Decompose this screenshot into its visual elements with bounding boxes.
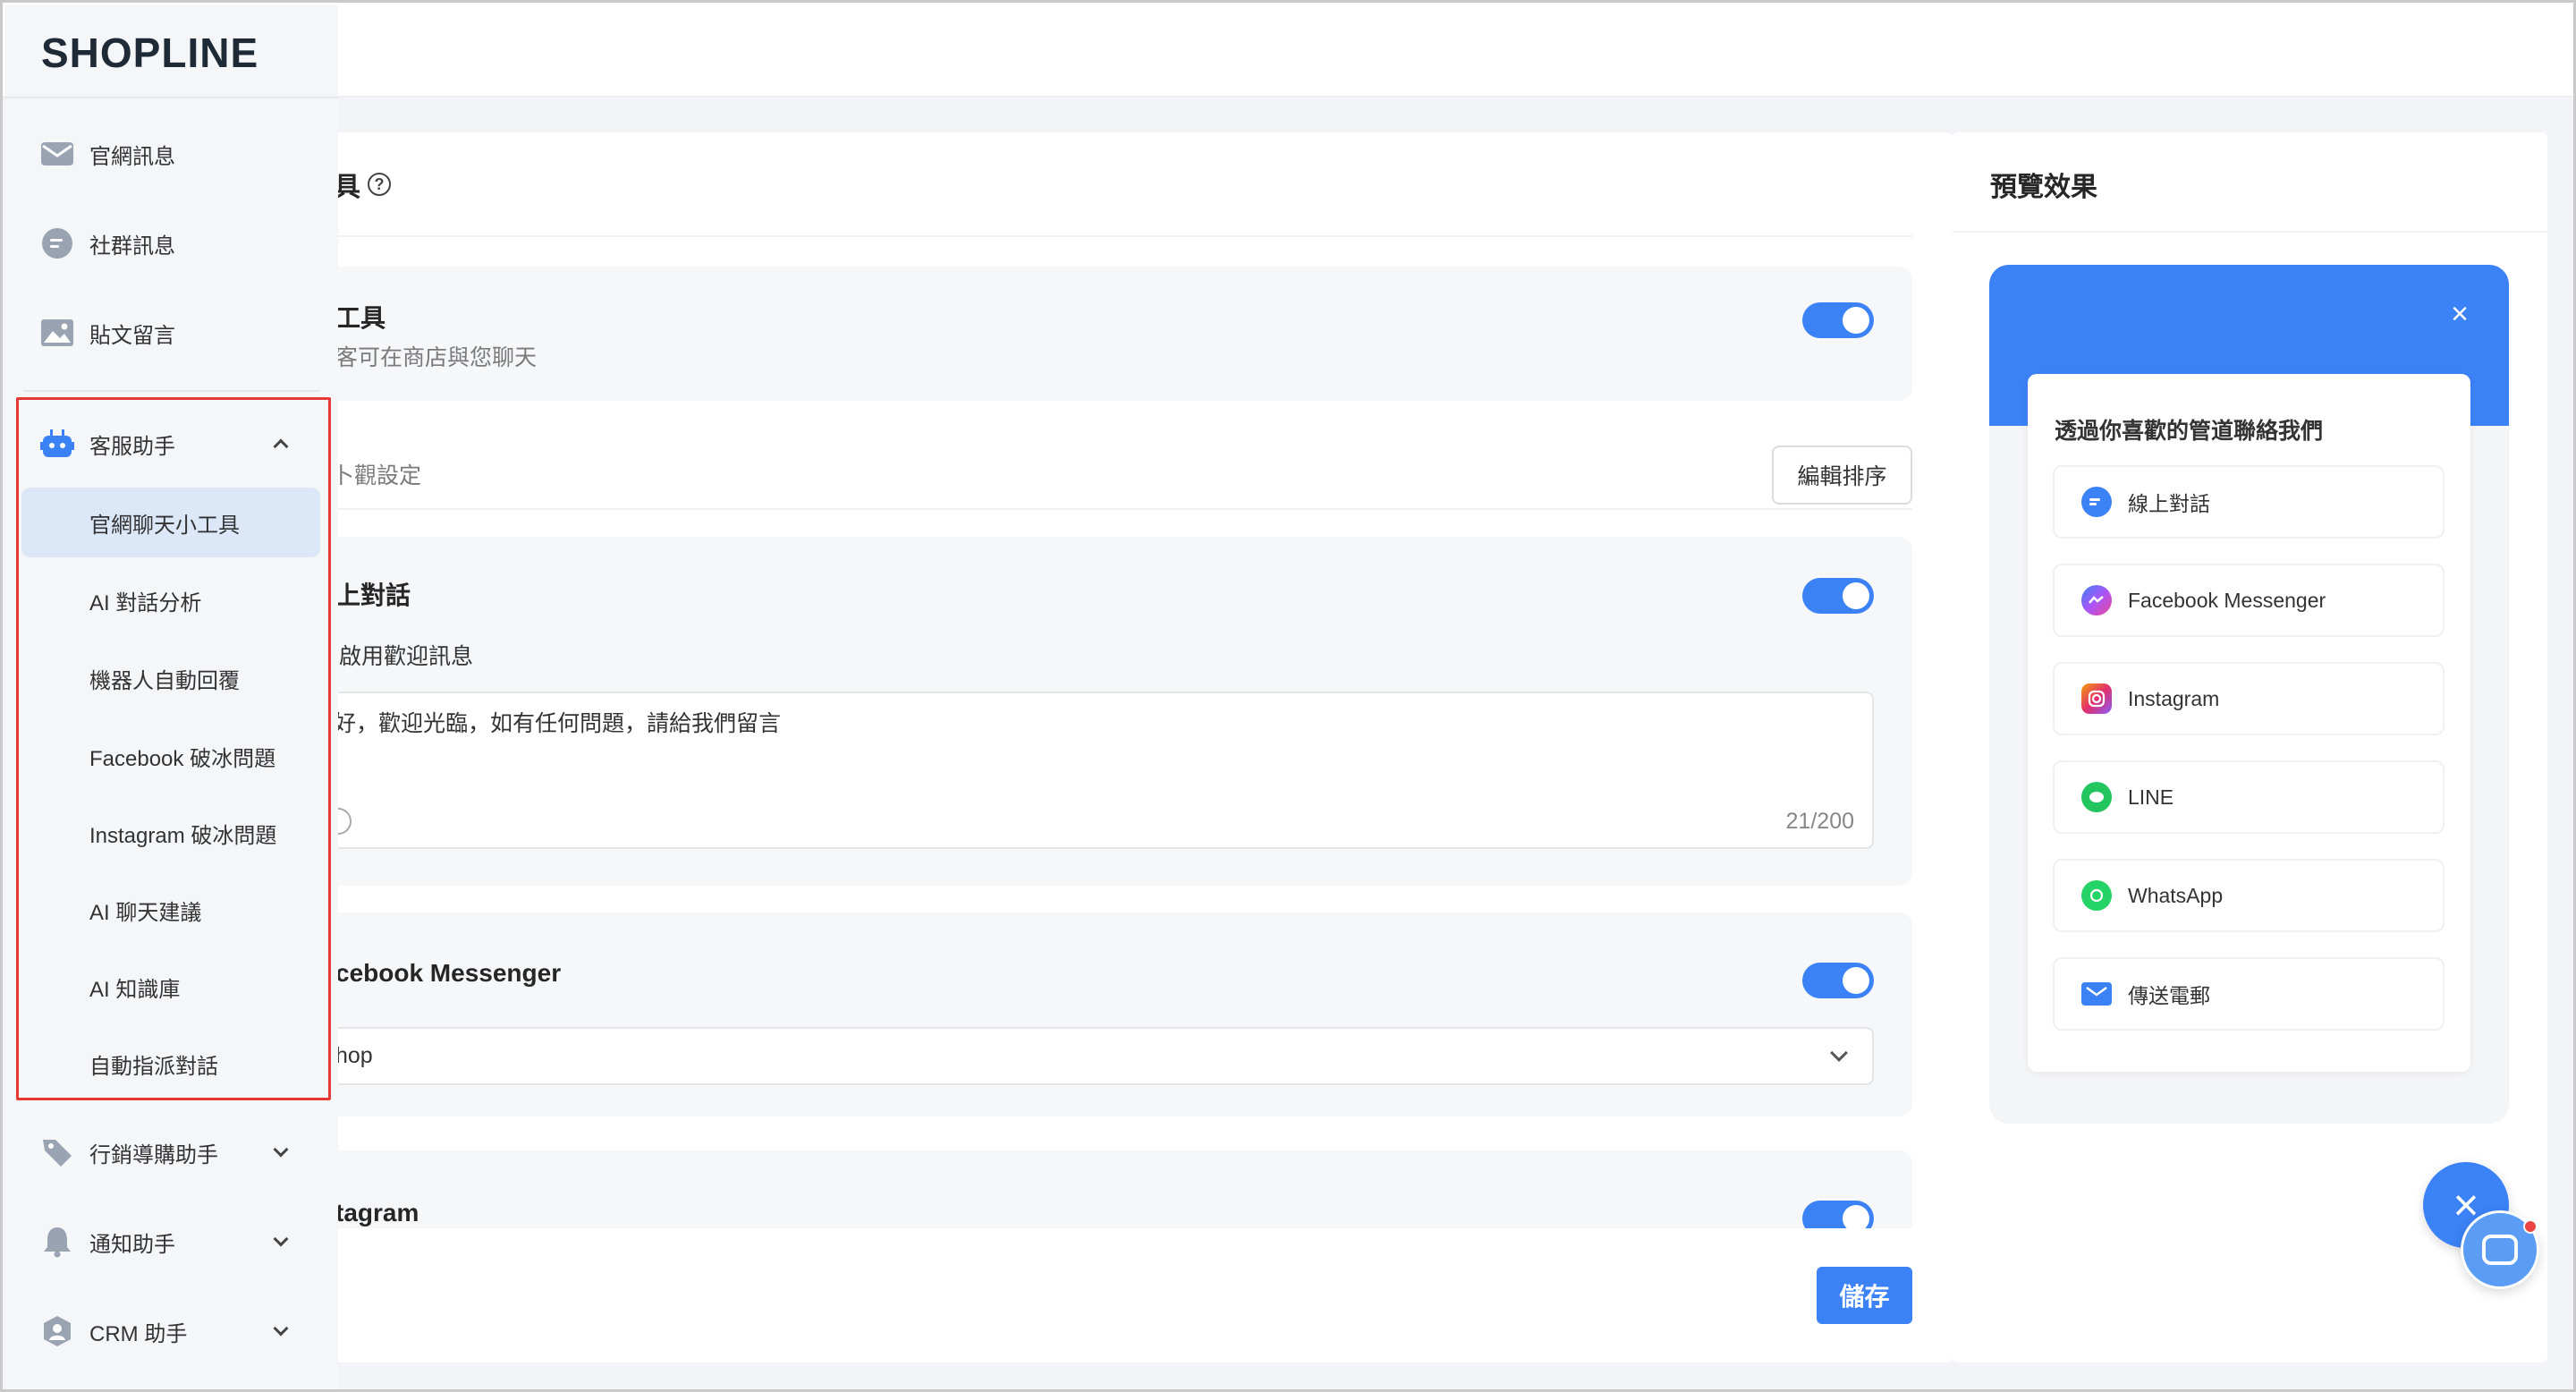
chevron-down-icon [273,1320,289,1337]
mail-icon [39,138,75,170]
sidebar-item-social-messages[interactable]: 社群訊息 [5,208,338,279]
shopline-logo[interactable]: SHOPLINE [41,29,258,77]
notification-dot [2523,1219,2538,1234]
channel-label: Facebook Messenger [2128,588,2326,612]
facebook-toggle[interactable] [1802,963,1874,998]
live-chat-title: 上對話 [335,581,411,609]
highlight-annotation [16,397,331,1100]
channel-list: 透過你喜歡的管道聯絡我們 線上對話 Facebook Messenger Ins… [2028,374,2470,1072]
facebook-panel: cebook Messenger [271,912,1912,1116]
sidebar-group-crm[interactable]: CRM 助手 [5,1295,338,1367]
channel-label: 傳送電郵 [2128,984,2210,1007]
facebook-title: cebook Messenger [335,959,562,987]
close-icon[interactable]: × [2446,299,2473,329]
welcome-message-text: 好，歡迎光臨，如有任何問題，請給我們留言 [334,711,782,736]
sidebar-group-notifications[interactable]: 通知助手 [5,1206,338,1277]
channel-label: WhatsApp [2128,883,2224,907]
divider [271,508,1912,510]
channel-item[interactable]: WhatsApp [2053,859,2445,932]
top-bar [3,3,2573,98]
divider [1953,231,2547,233]
sidebar-item-label: 貼文留言 [89,323,175,348]
channel-label: LINE [2128,785,2174,809]
channel-item[interactable]: LINE [2053,760,2445,834]
whatsapp-icon [2081,880,2112,911]
channel-label: Instagram [2128,686,2220,710]
channel-item[interactable]: Instagram [2053,662,2445,735]
footer-bar [271,1228,1953,1362]
facebook-page-select[interactable]: hop [271,1027,1874,1085]
channel-item[interactable]: 傳送電郵 [2053,957,2445,1031]
chat-tool-panel: 工具 客可在商店與您聊天 [271,267,1912,401]
save-button[interactable]: 儲存 [1817,1267,1912,1324]
channel-label: 線上對話 [2128,492,2210,515]
sidebar-group-label: 行銷導購助手 [89,1142,218,1167]
bell-icon [39,1226,75,1258]
sidebar-group-label: 通知助手 [89,1232,175,1257]
chevron-down-icon [1830,1044,1848,1062]
chevron-down-icon [273,1142,289,1158]
live-chat-icon [2081,487,2112,517]
instagram-icon [2081,683,2112,714]
messenger-icon [2081,585,2112,615]
sidebar-item-site-messages[interactable]: 官網訊息 [5,118,338,190]
sidebar-item-label: 官網訊息 [89,144,175,169]
logo-area: SHOPLINE [5,5,338,98]
chat-icon [2482,1235,2518,1265]
chat-tool-subtitle: 客可在商店與您聊天 [335,345,538,370]
edit-sort-button[interactable]: 編輯排序 [1772,446,1912,505]
sidebar-item-post-comments[interactable]: 貼文留言 [5,297,338,369]
email-icon [2081,982,2112,1006]
tag-icon [39,1136,75,1168]
widget-heading: 透過你喜歡的管道聯絡我們 [2055,419,2324,444]
channel-item[interactable]: Facebook Messenger [2053,564,2445,637]
image-icon [39,317,75,349]
chat-bubble-icon [39,227,75,259]
sidebar-group-marketing[interactable]: 行銷導購助手 [5,1116,338,1188]
appearance-label: 卜觀設定 [332,463,422,488]
page-title: 具 ? [334,165,391,204]
sidebar-item-label: 社群訊息 [89,233,175,259]
logo-text: SHOPLINE [41,30,259,76]
sidebar-group-label: CRM 助手 [89,1321,188,1346]
live-chat-toggle[interactable] [1802,578,1874,614]
facebook-page-value: hop [335,1043,373,1068]
channel-item[interactable]: 線上對話 [2053,465,2445,539]
welcome-message-textarea[interactable]: 好，歡迎光臨，如有任何問題，請給我們留言 21/200 [271,692,1874,849]
app-frame: 具 ? 工具 客可在商店與您聊天 卜觀設定 編輯排序 上對話 啟用歡迎訊息 好，… [0,0,2576,1392]
chat-tool-title: 工具 [335,304,386,332]
sidebar: SHOPLINE 官網訊息 社群訊息 貼文留言 客服助手 官網聊天小工具 AI … [5,5,338,1389]
chat-widget-preview: × 透過你喜歡的管道聯絡我們 線上對話 Facebook Messenger I… [1989,265,2509,1124]
help-icon[interactable]: ? [368,173,391,196]
divider [23,390,320,392]
preview-title: 預覽效果 [1990,173,2097,202]
welcome-message-label[interactable]: 啟用歡迎訊息 [339,639,473,671]
settings-card: 具 ? 工具 客可在商店與您聊天 卜觀設定 編輯排序 上對話 啟用歡迎訊息 好，… [271,132,1953,1362]
crm-icon [39,1315,75,1347]
divider [271,235,1912,237]
chevron-down-icon [273,1231,289,1247]
line-icon [2081,782,2112,812]
char-count: 21/200 [1785,809,1854,834]
chat-tool-toggle[interactable] [1802,302,1874,338]
instagram-title: tagram [335,1199,419,1226]
